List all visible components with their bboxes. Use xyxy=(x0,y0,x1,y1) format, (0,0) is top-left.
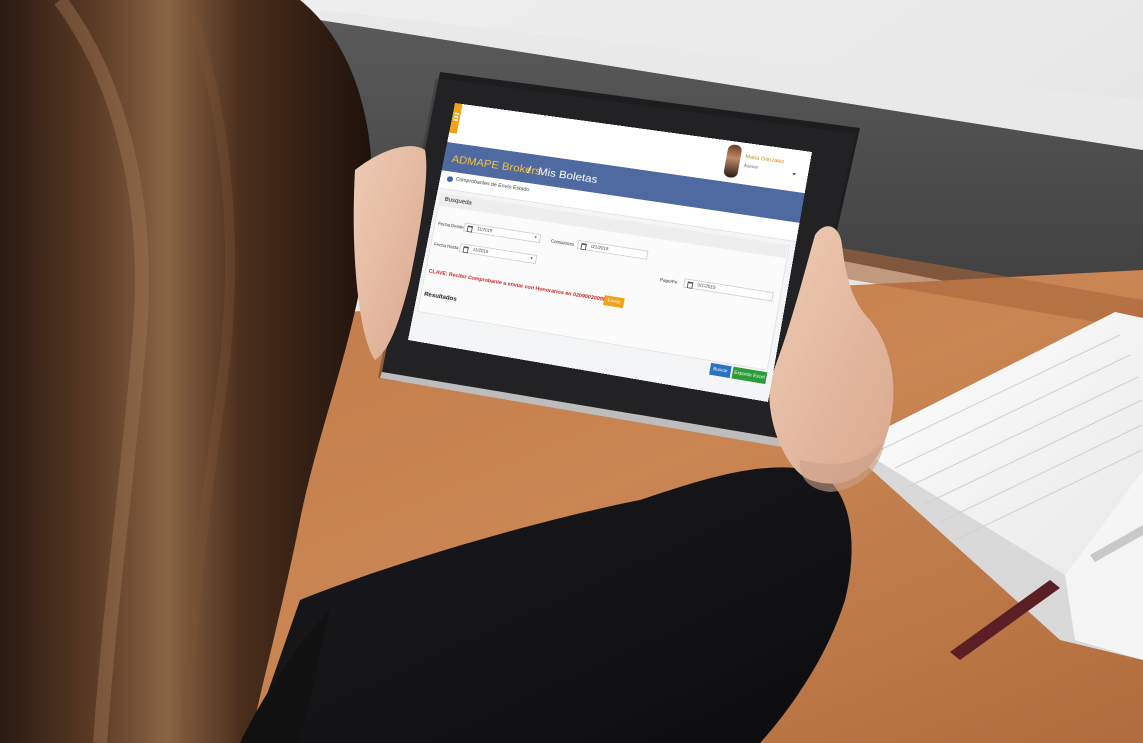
fecha-desde-value: 11/2019 xyxy=(476,226,493,235)
chevron-down-icon[interactable]: ▾ xyxy=(530,256,533,261)
comisiones-value: 0/1/2019 xyxy=(590,244,609,253)
search-button[interactable]: Buscar xyxy=(709,362,732,379)
photo-scene: Maria Gonzalez Asesor ▾ ADMAPE Brokers /… xyxy=(0,0,1143,743)
chevron-down-icon[interactable]: ▾ xyxy=(534,235,537,240)
pago-value: 0/1/2019 xyxy=(697,282,716,291)
photo-background xyxy=(0,0,1143,743)
calendar-icon[interactable] xyxy=(686,281,694,289)
fecha-hasta-value: 11/2019 xyxy=(472,247,489,255)
